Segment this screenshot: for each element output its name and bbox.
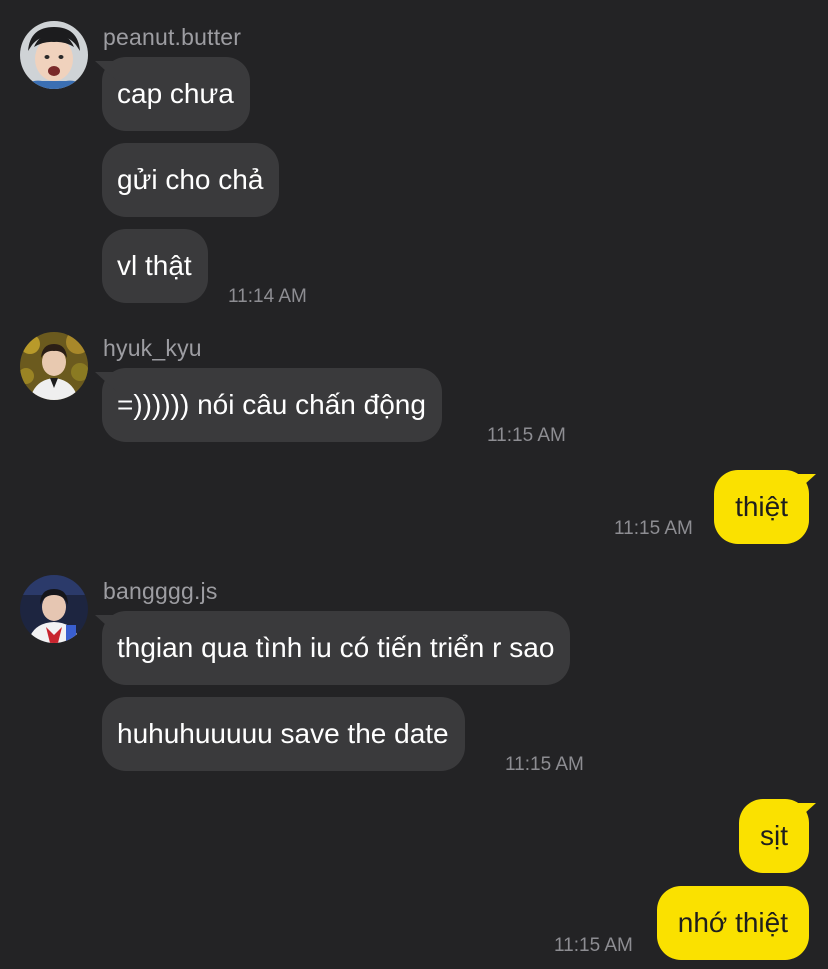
sender-name: peanut.butter [103, 24, 242, 50]
message-bubble[interactable]: thgian qua tình iu có tiến triển r sao [102, 611, 571, 685]
message-bubble[interactable]: =)))))) nói câu chấn động [102, 368, 442, 442]
timestamp: 11:15 AM [554, 935, 633, 956]
chat-window: peanut.butter cap chưa gửi cho chả vl th… [0, 0, 828, 969]
sender-name: hyuk_kyu [103, 335, 202, 361]
user-avatar-icon[interactable] [20, 332, 88, 400]
timestamp: 11:15 AM [505, 754, 584, 775]
user-avatar-icon[interactable] [20, 21, 88, 89]
user-avatar-icon[interactable] [20, 575, 88, 643]
message-bubble[interactable]: gửi cho chả [102, 143, 280, 217]
sender-name: bangggg.js [103, 578, 218, 604]
timestamp: 11:15 AM [614, 518, 693, 539]
message-bubble[interactable]: vl thật [102, 229, 208, 303]
message-bubble[interactable]: cap chưa [102, 57, 250, 131]
message-bubble[interactable]: huhuhuuuuu save the date [102, 697, 465, 771]
sent-message-bubble[interactable]: sịt [739, 799, 809, 873]
sent-message-bubble[interactable]: thiệt [714, 470, 809, 544]
sent-message-bubble[interactable]: nhớ thiệt [656, 886, 809, 960]
timestamp: 11:15 AM [487, 425, 566, 446]
timestamp: 11:14 AM [228, 286, 307, 307]
